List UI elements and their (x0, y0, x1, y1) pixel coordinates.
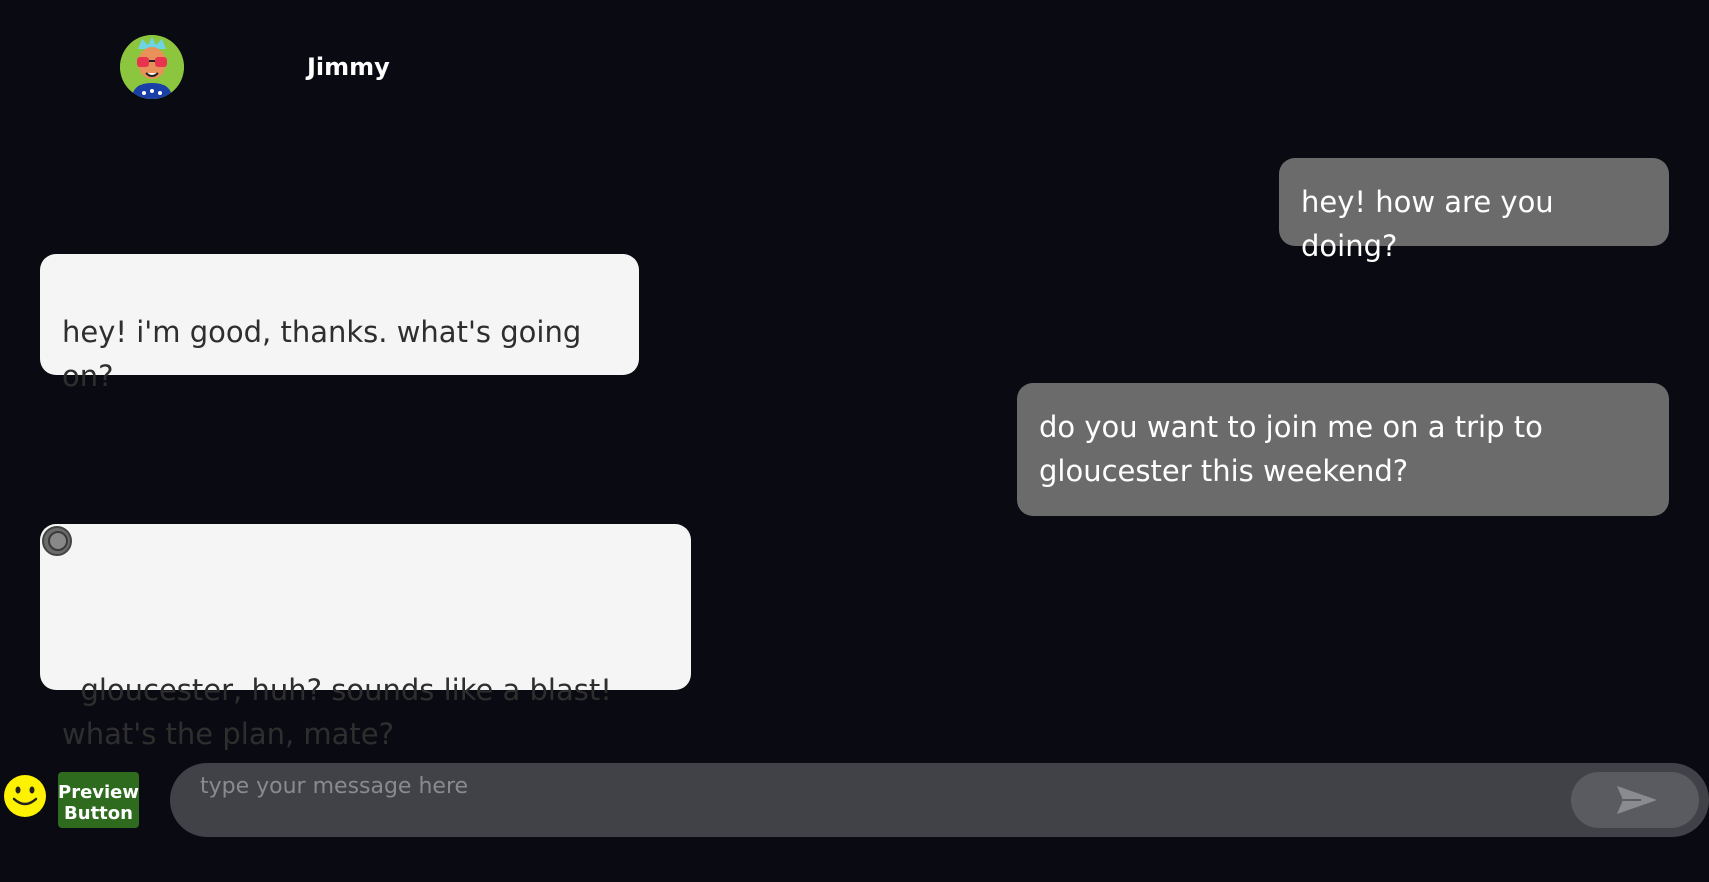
message-bubble-received: hey! i'm good, thanks. what's going on? (40, 254, 639, 393)
chat-header: Jimmy (0, 0, 1709, 130)
message-bubble-received: gloucester, huh? sounds like a blast! wh… (40, 524, 691, 751)
avatar-icon (120, 35, 184, 99)
preview-button[interactable]: Preview Button (58, 772, 139, 828)
message-input[interactable] (200, 771, 1530, 801)
send-button[interactable] (1571, 772, 1699, 828)
typing-indicator-icon (42, 526, 72, 556)
send-arrow-icon (1617, 786, 1657, 814)
emoji-button[interactable] (4, 775, 46, 817)
message-text: gloucester, huh? sounds like a blast! wh… (62, 673, 612, 751)
contact-name: Jimmy (307, 53, 390, 81)
contact-avatar[interactable] (120, 35, 184, 99)
message-composer (170, 763, 1709, 837)
message-bubble-sent: hey! how are you doing? (1279, 158, 1669, 263)
message-bubble-sent: do you want to join me on a trip to glou… (1017, 383, 1669, 516)
smiley-icon (5, 776, 45, 816)
